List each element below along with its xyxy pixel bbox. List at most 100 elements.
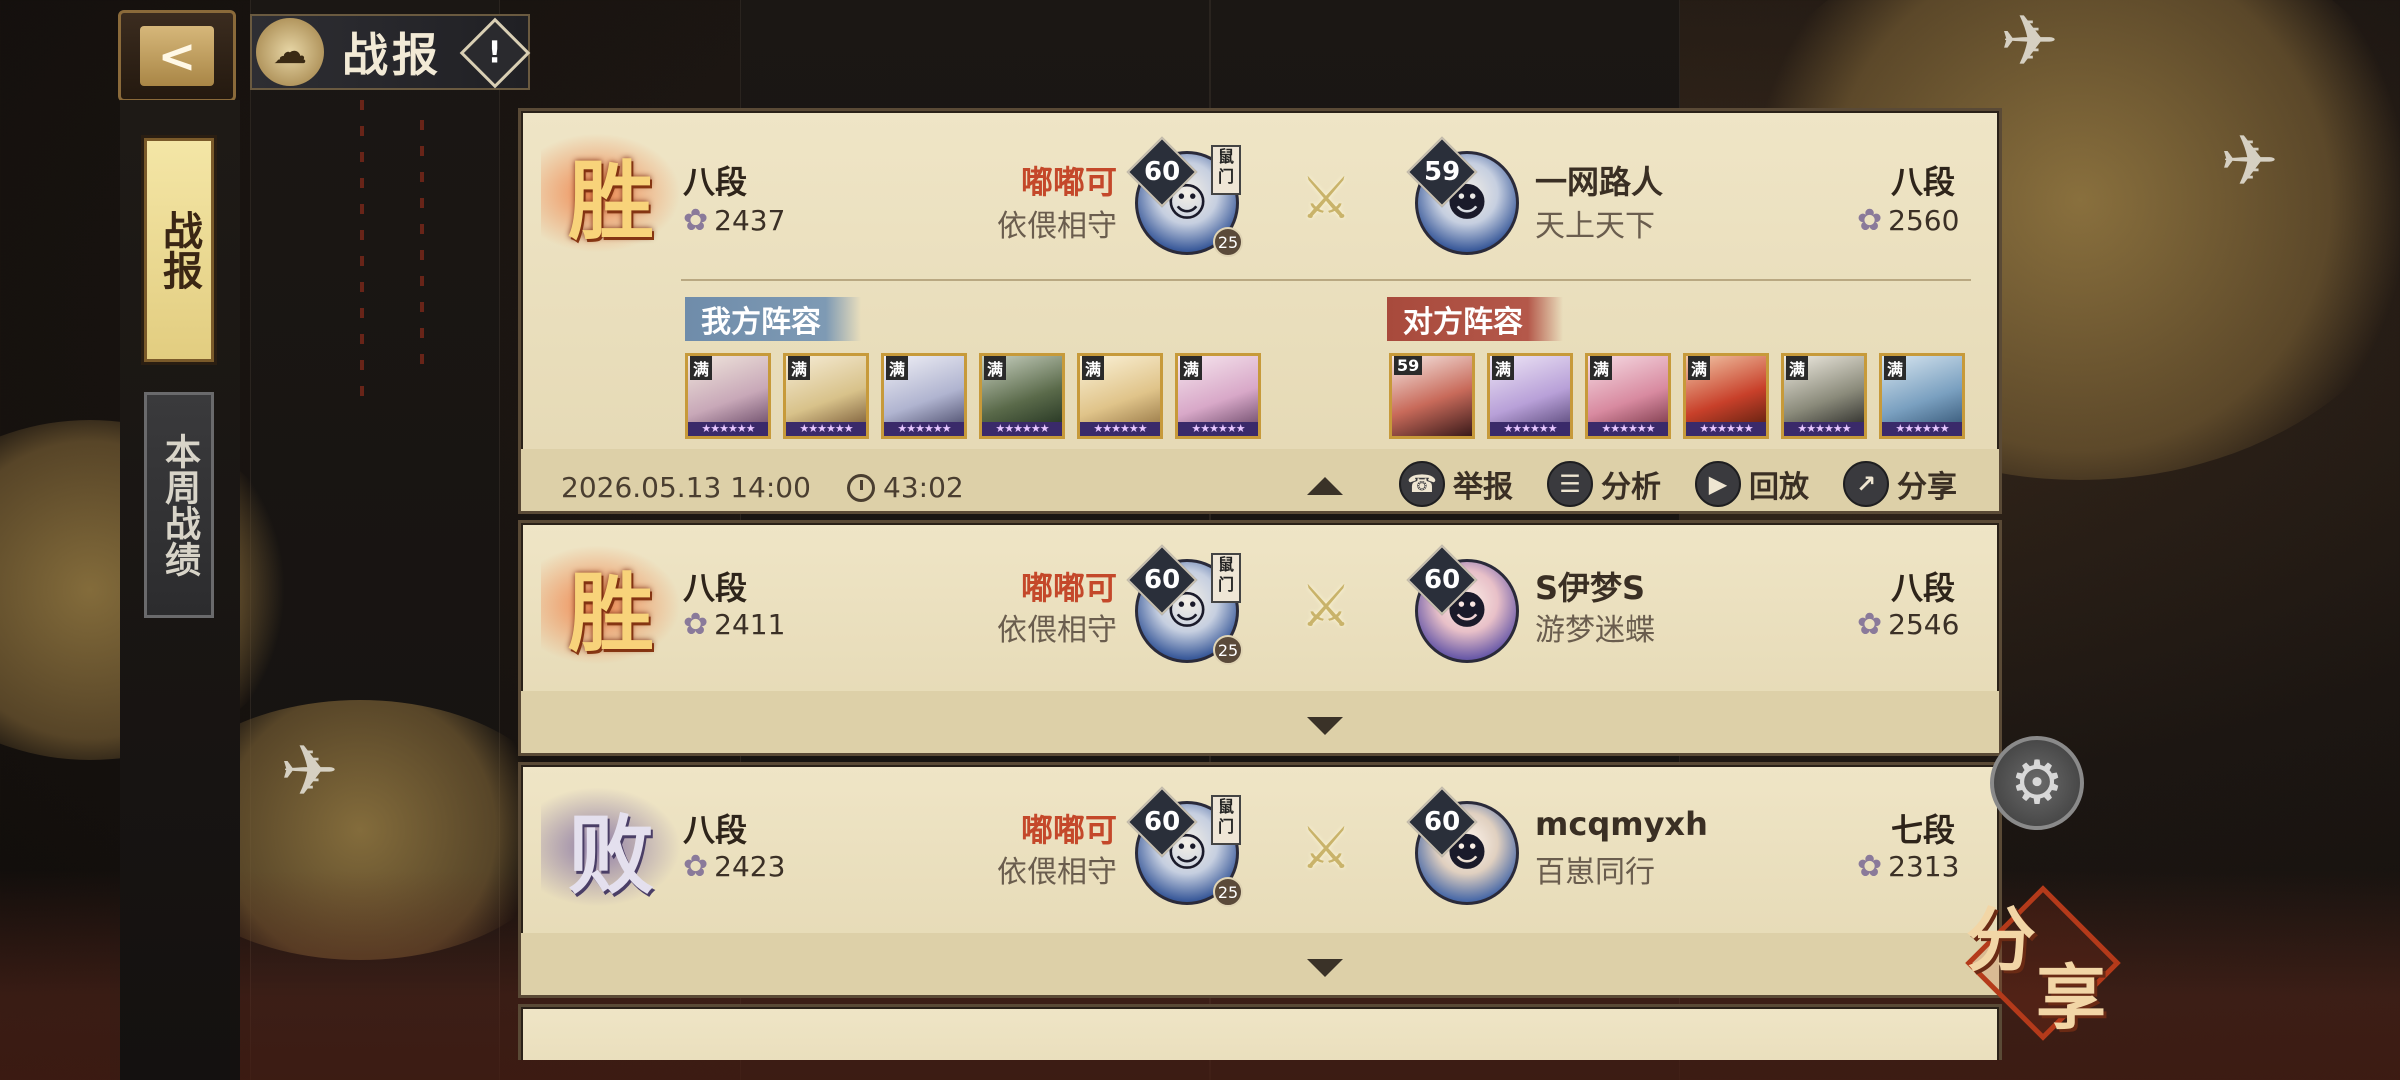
- opponent-guild: 百崽同行: [1535, 855, 1655, 890]
- divider: [681, 279, 1971, 281]
- opponent-rank: 八段: [1891, 569, 1956, 607]
- duration-value: 43:02: [883, 471, 964, 504]
- max-tag: 满: [1688, 356, 1711, 380]
- battle-card[interactable]: 胜 八段 ✿ 2437 嘟嘟可 依偎相守 ☺ 60 鼠门 25 ⚔ ☻ 59 一网…: [518, 108, 2002, 514]
- expand-arrow-icon[interactable]: [1307, 959, 1343, 977]
- replay-icon: ▶: [1695, 461, 1741, 507]
- my-shikigami[interactable]: 满 ★★★★★★: [1077, 353, 1163, 439]
- battle-date: 2026.05.13 14:00: [561, 471, 811, 504]
- my-guild: 依偎相守: [997, 855, 1117, 890]
- tab-label: 战报: [156, 210, 202, 290]
- my-shikigami[interactable]: 满 ★★★★★★: [783, 353, 869, 439]
- max-tag: 满: [1590, 356, 1613, 380]
- win-badge: 胜: [541, 133, 681, 253]
- share-button[interactable]: ↗ 分享: [1843, 461, 1957, 507]
- opponent-guild: 游梦迷蝶: [1535, 613, 1655, 648]
- max-tag: 满: [886, 356, 909, 380]
- gear-icon: ⚙: [2010, 748, 2064, 818]
- battle-duration: 43:02: [847, 471, 964, 504]
- replay-button[interactable]: ▶ 回放: [1695, 461, 1809, 507]
- my-score-value: 2411: [714, 608, 786, 641]
- my-rank: 八段: [683, 569, 748, 607]
- tab-battle-report[interactable]: 战报: [144, 138, 214, 362]
- report-button[interactable]: ☎ 举报: [1399, 461, 1513, 507]
- opponent-score-value: 2560: [1888, 204, 1960, 237]
- page-title: 战报: [342, 28, 442, 82]
- opponent-score: ✿ 2560: [1857, 203, 1959, 238]
- my-shikigami[interactable]: 满 ★★★★★★: [979, 353, 1065, 439]
- share-label: 分享: [1897, 470, 1957, 505]
- back-arrow-icon: <: [140, 26, 214, 86]
- my-level: 60: [1143, 565, 1181, 595]
- my-sub-level: 25: [1213, 635, 1243, 665]
- share-big-button[interactable]: 分 享: [1958, 878, 2128, 1041]
- my-shikigami[interactable]: 满 ★★★★★★: [685, 353, 771, 439]
- collapse-arrow-icon[interactable]: [1307, 477, 1343, 495]
- opponent-shikigami[interactable]: 59: [1389, 353, 1475, 439]
- tab-weekly-record[interactable]: 本周战绩: [144, 392, 214, 618]
- max-tag: 满: [1492, 356, 1515, 380]
- emblem-icon: ☁: [256, 18, 324, 86]
- star-row: ★★★★★★: [688, 422, 768, 436]
- max-tag: 满: [690, 356, 713, 380]
- opponent-score-value: 2313: [1888, 850, 1960, 883]
- crane-decor: ✈: [2000, 0, 2059, 82]
- opponent-shikigami[interactable]: 满 ★★★★★★: [1781, 353, 1867, 439]
- crossed-swords-icon: ⚔: [1300, 164, 1352, 232]
- max-tag: 满: [1180, 356, 1203, 380]
- flower-icon: ✿: [1857, 203, 1883, 238]
- battle-card[interactable]: 胜 八段 ✿ 2411 嘟嘟可 依偎相守 ☺ 60 鼠门 25 ⚔ ☻ 60 S伊…: [518, 520, 2002, 756]
- analysis-label: 分析: [1601, 470, 1661, 505]
- max-tag: 满: [984, 356, 1007, 380]
- star-row: ★★★★★★: [1588, 422, 1668, 436]
- opponent-level: 60: [1423, 807, 1461, 837]
- my-sub-level: 25: [1213, 227, 1243, 257]
- analysis-icon: ☰: [1547, 461, 1593, 507]
- crossed-swords-icon: ⚔: [1300, 572, 1352, 640]
- opponent-score-value: 2546: [1888, 608, 1960, 641]
- opponent-shikigami[interactable]: 满 ★★★★★★: [1683, 353, 1769, 439]
- card-footer: [521, 933, 1999, 995]
- lose-badge: 败: [541, 787, 681, 907]
- back-button[interactable]: <: [118, 10, 236, 102]
- opponent-name: S伊梦S: [1535, 569, 1646, 607]
- battle-card[interactable]: 败 八段 ✿ 2423 嘟嘟可 依偎相守 ☺ 60 鼠门 25 ⚔ ☻ 60 mc…: [518, 762, 2002, 998]
- analysis-button[interactable]: ☰ 分析: [1547, 461, 1661, 507]
- opponent-shikigami[interactable]: 满 ★★★★★★: [1487, 353, 1573, 439]
- flower-icon: ✿: [683, 607, 709, 642]
- my-sub-level: 25: [1213, 877, 1243, 907]
- my-team-label: 我方阵容: [685, 297, 861, 341]
- battle-card[interactable]: [518, 1004, 2002, 1060]
- flower-icon: ✿: [1857, 849, 1883, 884]
- opponent-shikigami[interactable]: 满 ★★★★★★: [1585, 353, 1671, 439]
- my-name: 嘟嘟可: [1020, 811, 1117, 849]
- expand-arrow-icon[interactable]: [1307, 717, 1343, 735]
- settings-button[interactable]: ⚙: [1990, 736, 2084, 830]
- my-shikigami[interactable]: 满 ★★★★★★: [881, 353, 967, 439]
- opponent-shikigami[interactable]: 满 ★★★★★★: [1879, 353, 1965, 439]
- card-footer: [521, 691, 1999, 753]
- flower-icon: ✿: [683, 849, 709, 884]
- star-row: ★★★★★★: [1882, 422, 1962, 436]
- report-icon: ☎: [1399, 461, 1445, 507]
- my-shikigami[interactable]: 满 ★★★★★★: [1175, 353, 1261, 439]
- my-guild-tag: 鼠门: [1211, 553, 1241, 603]
- share-icon: ↗: [1843, 461, 1889, 507]
- my-guild: 依偎相守: [997, 209, 1117, 244]
- my-rank: 八段: [683, 163, 748, 201]
- my-level: 60: [1143, 807, 1181, 837]
- my-name: 嘟嘟可: [1020, 569, 1117, 607]
- share-big-char: 享: [2036, 956, 2106, 1039]
- battle-list[interactable]: 胜 八段 ✿ 2437 嘟嘟可 依偎相守 ☺ 60 鼠门 25 ⚔ ☻ 59 一网…: [518, 108, 2002, 1060]
- clock-icon: [847, 473, 875, 502]
- lantern-decor: [420, 120, 424, 370]
- max-tag: 满: [1786, 356, 1809, 380]
- star-row: ★★★★★★: [1080, 422, 1160, 436]
- my-score: ✿ 2423: [683, 849, 785, 884]
- my-guild-tag: 鼠门: [1211, 145, 1241, 195]
- opponent-name: 一网路人: [1535, 163, 1664, 201]
- opponent-rank: 八段: [1891, 163, 1956, 201]
- opponent-rank: 七段: [1891, 811, 1956, 849]
- flower-icon: ✿: [683, 203, 709, 238]
- star-row: ★★★★★★: [1686, 422, 1766, 436]
